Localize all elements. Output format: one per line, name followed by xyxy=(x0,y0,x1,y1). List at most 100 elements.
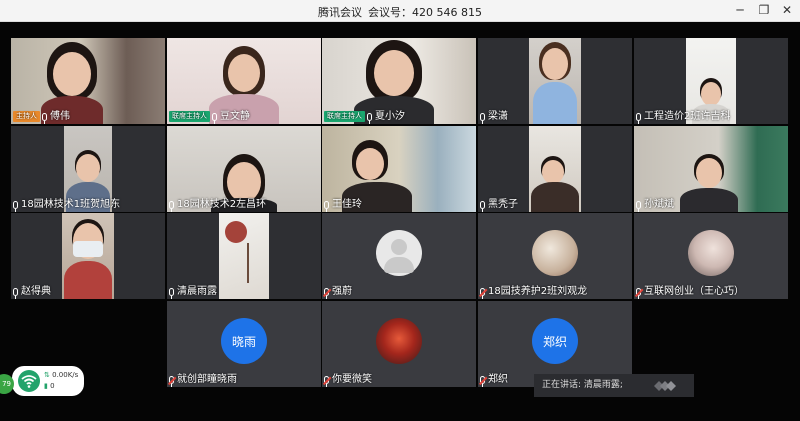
microphone-icon xyxy=(169,200,174,212)
microphone-muted-icon xyxy=(324,375,329,387)
participant-video xyxy=(529,126,581,212)
host-badge: 主持人 xyxy=(13,111,40,122)
participant-name: 互联网创业（王心巧） xyxy=(644,286,744,297)
participant-tile[interactable]: 互联网创业（王心巧） xyxy=(634,213,788,299)
microphone-muted-icon xyxy=(636,287,641,299)
cohost-badge: 联席主持人 xyxy=(324,111,365,122)
participant-tile[interactable]: 主持人 傅伟 xyxy=(11,38,165,124)
participant-name: 就创部瞳晓雨 xyxy=(177,374,237,385)
participant-name: 18园技养护2班刘观龙 xyxy=(488,286,588,297)
upload-arrow-icon: ⇅ xyxy=(44,371,50,379)
participant-tile[interactable]: 黑秃子 xyxy=(478,126,632,212)
participant-name: 孙斌斌 xyxy=(644,199,674,210)
close-button[interactable]: ✕ xyxy=(777,2,797,19)
microphone-muted-icon xyxy=(169,375,174,387)
profile-avatar-icon xyxy=(376,318,422,364)
participant-label: 18园林技术1班贺旭东 xyxy=(13,198,121,212)
upload-speed-value: 0.00K/s xyxy=(52,371,79,379)
upload-speed: ⇅ 0.00K/s xyxy=(44,371,78,379)
microphone-muted-icon xyxy=(480,287,485,299)
microphone-icon xyxy=(13,200,18,212)
microphone-icon xyxy=(636,112,641,124)
participant-name: 夏小汐 xyxy=(375,111,405,122)
participant-tile[interactable]: 联席主持人 夏小汐 xyxy=(322,38,476,124)
initials-avatar: 郑织 xyxy=(532,318,578,364)
battery-icon: ▮ xyxy=(44,382,48,390)
participant-label: 强蔚 xyxy=(324,285,352,299)
cohost-badge: 联席主持人 xyxy=(169,111,210,122)
participant-tile[interactable]: 王佳玲 xyxy=(322,126,476,212)
participant-tile[interactable]: 晓雨 就创部瞳晓雨 xyxy=(167,301,321,387)
participant-name: 强蔚 xyxy=(332,286,352,297)
initials-avatar: 晓雨 xyxy=(221,318,267,364)
participant-tile[interactable]: 18园林技术2左昌环 xyxy=(167,126,321,212)
participant-tile[interactable]: 强蔚 xyxy=(322,213,476,299)
participant-name: 王佳玲 xyxy=(332,199,362,210)
minimize-button[interactable]: ─ xyxy=(730,2,750,19)
participant-tile[interactable]: 赵得典 xyxy=(11,213,165,299)
participant-tile[interactable]: 你要微笑 xyxy=(322,301,476,387)
app-name: 腾讯会议 xyxy=(318,6,362,19)
participant-video xyxy=(529,38,581,124)
participant-name: 清晨雨露 xyxy=(177,286,217,297)
download-value: 0 xyxy=(50,382,55,390)
microphone-icon xyxy=(324,200,329,212)
microphone-icon xyxy=(480,112,485,124)
microphone-icon xyxy=(367,112,372,124)
window-title: 腾讯会议 会议号：420 546 815 xyxy=(0,4,800,20)
participant-name: 黑秃子 xyxy=(488,199,518,210)
speaking-label: 正在讲话: xyxy=(542,380,582,390)
microphone-icon xyxy=(636,200,641,212)
microphone-icon xyxy=(13,287,18,299)
participant-label: 工程造价2班许吉科 xyxy=(636,110,731,124)
microphone-icon xyxy=(42,112,47,124)
sound-wave-icon xyxy=(654,381,676,391)
participant-name: 郑织 xyxy=(488,374,508,385)
packet-loss: ▮ 0 xyxy=(44,382,55,390)
participant-tile[interactable]: 清晨雨露 xyxy=(167,213,321,299)
title-bar: 腾讯会议 会议号：420 546 815 ─ ❐ ✕ xyxy=(0,0,800,22)
wifi-icon xyxy=(18,370,40,392)
participant-tile[interactable]: 18园技养护2班刘观龙 xyxy=(478,213,632,299)
participant-label: 黑秃子 xyxy=(480,198,518,212)
microphone-icon xyxy=(169,287,174,299)
meeting-id: 420 546 815 xyxy=(412,6,482,19)
participant-name: 工程造价2班许吉科 xyxy=(644,111,731,122)
participant-name: 豆文静 xyxy=(220,111,250,122)
participant-name: 赵得典 xyxy=(21,286,51,297)
participant-label: 梁潇 xyxy=(480,110,508,124)
microphone-muted-icon xyxy=(480,375,485,387)
participant-label: 主持人 傅伟 xyxy=(13,110,70,124)
participant-tile[interactable]: 联席主持人 豆文静 xyxy=(167,38,321,124)
profile-avatar-icon xyxy=(532,230,578,276)
profile-avatar-icon xyxy=(688,230,734,276)
participant-tile[interactable]: 18园林技术1班贺旭东 xyxy=(11,126,165,212)
participant-label: 郑织 xyxy=(480,373,508,387)
network-status[interactable]: ⇅ 0.00K/s ▮ 0 xyxy=(12,366,84,396)
participant-tile[interactable]: 工程造价2班许吉科 xyxy=(634,38,788,124)
default-avatar-icon xyxy=(376,230,422,276)
participant-label: 互联网创业（王心巧） xyxy=(636,285,744,299)
participant-tile[interactable]: 孙斌斌 xyxy=(634,126,788,212)
participant-video xyxy=(219,213,269,299)
microphone-icon xyxy=(212,112,217,124)
participant-label: 孙斌斌 xyxy=(636,198,674,212)
maximize-button[interactable]: ❐ xyxy=(754,2,774,19)
participant-video xyxy=(62,213,114,299)
participant-tile[interactable]: 梁潇 xyxy=(478,38,632,124)
meeting-id-label: 会议号： xyxy=(368,6,412,19)
participant-name: 你要微笑 xyxy=(332,374,372,385)
microphone-icon xyxy=(480,200,485,212)
participant-label: 联席主持人 豆文静 xyxy=(169,110,250,124)
participant-name: 18园林技术1班贺旭东 xyxy=(21,199,121,210)
participant-label: 王佳玲 xyxy=(324,198,362,212)
speaking-indicator: 正在讲话: 清晨雨露; xyxy=(534,374,694,397)
participant-label: 18园技养护2班刘观龙 xyxy=(480,285,588,299)
participant-name: 梁潇 xyxy=(488,111,508,122)
participant-name: 18园林技术2左昌环 xyxy=(177,199,267,210)
participant-label: 你要微笑 xyxy=(324,373,372,387)
speaking-name: 清晨雨露; xyxy=(583,380,623,390)
participant-label: 18园林技术2左昌环 xyxy=(169,198,267,212)
microphone-muted-icon xyxy=(324,287,329,299)
participant-label: 赵得典 xyxy=(13,285,51,299)
